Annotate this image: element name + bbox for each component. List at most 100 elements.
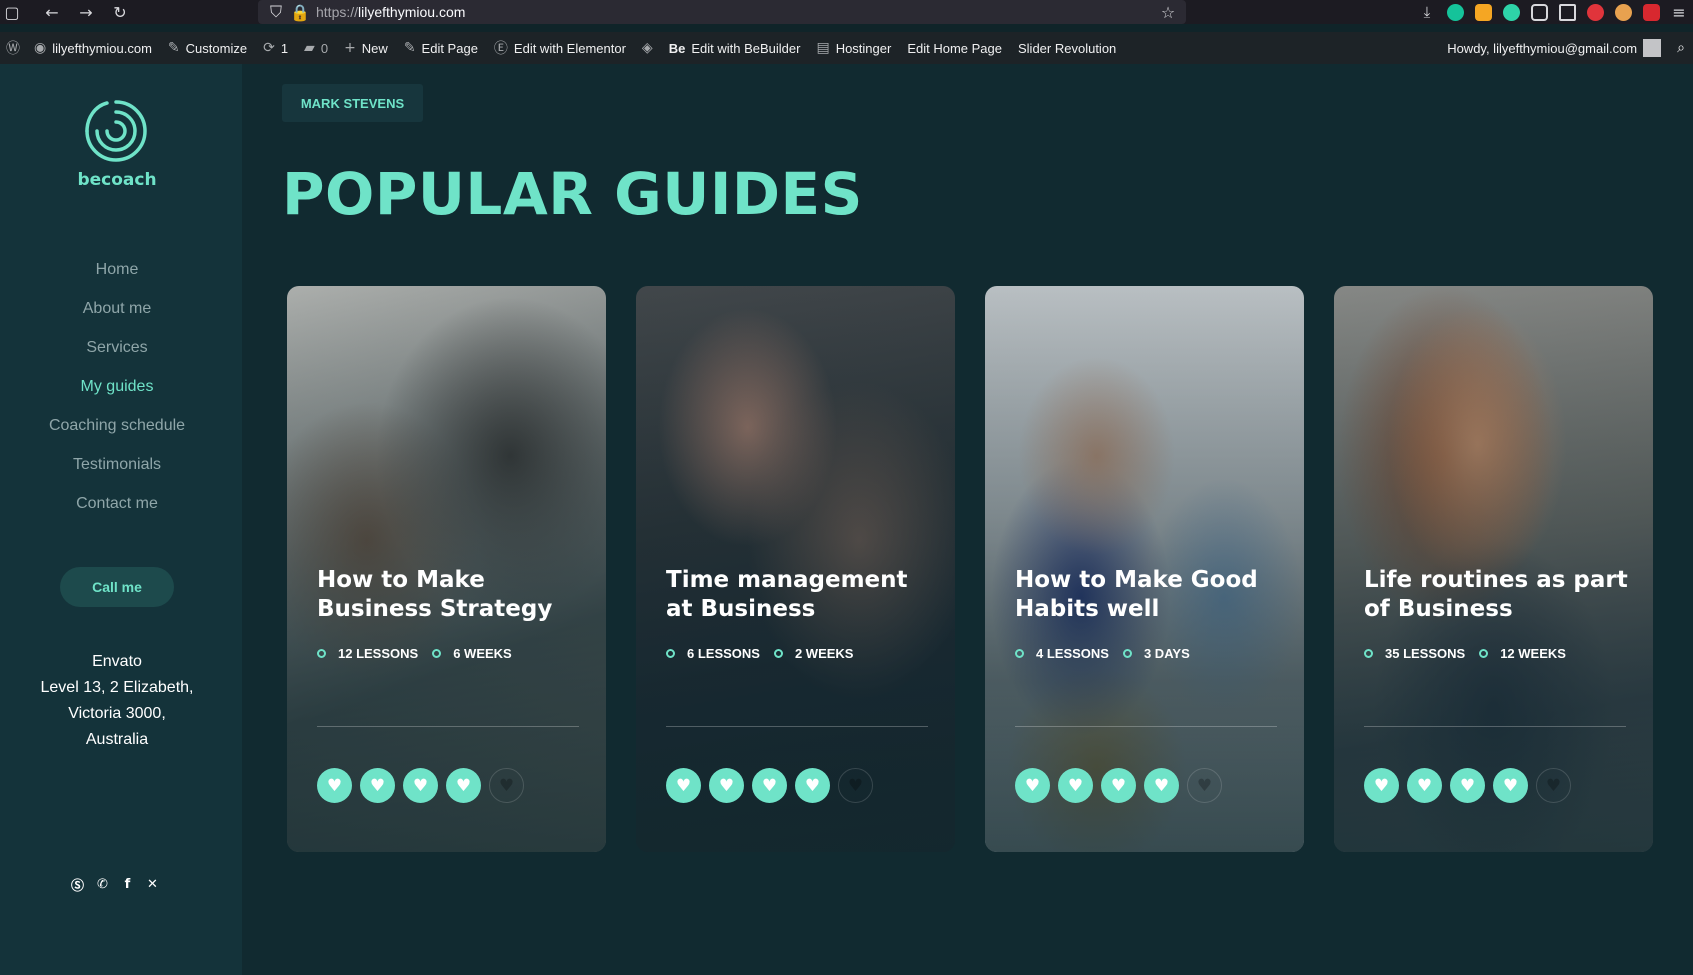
lessons-count: 12 LESSONS bbox=[317, 646, 418, 661]
updates-count: 1 bbox=[280, 40, 289, 56]
address-bar[interactable]: ⛉ 🔒 https://lilyefthymiou.com ☆ bbox=[258, 0, 1186, 24]
admin-edit-home-link[interactable]: Edit Home Page bbox=[899, 32, 1010, 64]
heart-empty-icon[interactable]: ♥ bbox=[1187, 768, 1222, 803]
shield-icon[interactable]: ⛉ bbox=[264, 0, 288, 24]
heart-icon[interactable]: ♥ bbox=[360, 768, 395, 803]
address-line: Australia bbox=[85, 731, 149, 748]
bookmark-star-icon[interactable]: ☆ bbox=[1156, 0, 1180, 24]
grammarly-icon[interactable] bbox=[1441, 0, 1469, 24]
rating-hearts: ♥ ♥ ♥ ♥ ♥ bbox=[317, 768, 524, 803]
admin-bebuilder-link[interactable]: Be Edit with BeBuilder bbox=[661, 32, 809, 64]
admin-comments-link[interactable]: ▰ 0 bbox=[296, 32, 336, 64]
heart-icon[interactable]: ♥ bbox=[1407, 768, 1442, 803]
heart-icon[interactable]: ♥ bbox=[666, 768, 701, 803]
skype-icon[interactable]: Ⓢ bbox=[70, 877, 85, 894]
author-tag[interactable]: MARK STEVENS bbox=[282, 84, 423, 122]
admin-edit-page-link[interactable]: ✎ Edit Page bbox=[396, 32, 486, 64]
heart-icon[interactable]: ♥ bbox=[795, 768, 830, 803]
x-icon[interactable]: ✕ bbox=[145, 877, 160, 892]
admin-new-link[interactable]: + New bbox=[336, 32, 396, 64]
card-divider bbox=[1015, 726, 1277, 727]
extension-cat-icon[interactable] bbox=[1609, 0, 1637, 24]
menu-item-contact[interactable]: Contact me bbox=[0, 494, 234, 533]
heart-icon[interactable]: ♥ bbox=[1364, 768, 1399, 803]
guide-title[interactable]: How to Make Good Habits well bbox=[1015, 566, 1285, 624]
duration-label: 3 DAYS bbox=[1143, 646, 1190, 661]
lessons-count: 4 LESSONS bbox=[1015, 646, 1109, 661]
admin-elementor-link[interactable]: Ⓔ Edit with Elementor bbox=[486, 32, 634, 64]
download-icon[interactable]: ⤓ bbox=[1413, 0, 1441, 24]
extension-s-icon[interactable] bbox=[1637, 0, 1665, 24]
howdy-label: Howdy, lilyefthymiou@gmail.com bbox=[1447, 40, 1638, 56]
heart-icon[interactable]: ♥ bbox=[1101, 768, 1136, 803]
duration: 12 WEEKS bbox=[1479, 646, 1566, 661]
heart-icon[interactable]: ♥ bbox=[1058, 768, 1093, 803]
whatsapp-icon[interactable]: ✆ bbox=[95, 877, 110, 892]
heart-icon[interactable]: ♥ bbox=[1493, 768, 1528, 803]
heart-empty-icon[interactable]: ♥ bbox=[838, 768, 873, 803]
heart-icon[interactable]: ♥ bbox=[1144, 768, 1179, 803]
heart-icon[interactable]: ♥ bbox=[709, 768, 744, 803]
guide-card[interactable]: Time management at Business 6 LESSONS 2 … bbox=[636, 286, 955, 852]
facebook-icon[interactable]: f bbox=[120, 877, 135, 892]
admin-slider-link[interactable]: Slider Revolution bbox=[1010, 32, 1124, 64]
plus-icon: + bbox=[344, 40, 356, 56]
heart-icon[interactable]: ♥ bbox=[446, 768, 481, 803]
edit-page-label: Edit Page bbox=[421, 40, 478, 56]
admin-customize-link[interactable]: ✎ Customize bbox=[160, 32, 255, 64]
admin-diamond-link[interactable]: ◈ bbox=[634, 32, 661, 64]
admin-updates-link[interactable]: ⟳ 1 bbox=[255, 32, 296, 64]
heart-empty-icon[interactable]: ♥ bbox=[1536, 768, 1571, 803]
lessons-label: 6 LESSONS bbox=[687, 646, 760, 661]
heart-icon[interactable]: ♥ bbox=[752, 768, 787, 803]
call-me-button[interactable]: Call me bbox=[60, 567, 174, 607]
extension-cloud-icon[interactable] bbox=[1497, 0, 1525, 24]
bullet-icon bbox=[666, 649, 675, 658]
extensions-puzzle-icon[interactable] bbox=[1553, 0, 1581, 24]
menu-icon[interactable]: ≡ bbox=[1665, 0, 1693, 24]
heart-icon[interactable]: ♥ bbox=[317, 768, 352, 803]
menu-item-testimonials[interactable]: Testimonials bbox=[0, 455, 234, 494]
guide-title[interactable]: How to Make Business Strategy bbox=[317, 566, 587, 624]
edit-bebuilder-label: Edit with BeBuilder bbox=[691, 40, 801, 56]
menu-item-about[interactable]: About me bbox=[0, 299, 234, 338]
page-title: POPULAR GUIDES bbox=[282, 160, 863, 228]
extension-fire-icon[interactable] bbox=[1469, 0, 1497, 24]
card-divider bbox=[666, 726, 928, 727]
guide-title[interactable]: Life routines as part of Business bbox=[1364, 566, 1634, 624]
menu-item-home[interactable]: Home bbox=[0, 260, 234, 299]
url-text[interactable]: https://lilyefthymiou.com bbox=[316, 4, 465, 20]
menu-item-coaching-schedule[interactable]: Coaching schedule bbox=[0, 416, 234, 455]
tab-overview-icon[interactable]: ▢ bbox=[0, 0, 24, 24]
menu-item-services[interactable]: Services bbox=[0, 338, 234, 377]
admin-hostinger-link[interactable]: ▤ Hostinger bbox=[808, 32, 899, 64]
brand-name[interactable]: becoach bbox=[0, 170, 234, 190]
address-line: Victoria 3000, bbox=[68, 705, 166, 722]
card-divider bbox=[317, 726, 579, 727]
heart-icon[interactable]: ♥ bbox=[403, 768, 438, 803]
wordpress-logo-icon[interactable]: Ⓦ bbox=[0, 32, 26, 64]
guide-card[interactable]: How to Make Good Habits well 4 LESSONS 3… bbox=[985, 286, 1304, 852]
back-icon[interactable]: ← bbox=[40, 0, 64, 24]
heart-icon[interactable]: ♥ bbox=[1015, 768, 1050, 803]
becoach-logo-icon[interactable] bbox=[81, 96, 151, 166]
heart-empty-icon[interactable]: ♥ bbox=[489, 768, 524, 803]
duration-label: 12 WEEKS bbox=[1500, 646, 1566, 661]
duration-label: 2 WEEKS bbox=[794, 646, 854, 661]
bullet-icon bbox=[1122, 649, 1132, 658]
admin-site-link[interactable]: ◉ lilyefthymiou.com bbox=[26, 32, 160, 64]
adblock-icon[interactable] bbox=[1581, 0, 1609, 24]
admin-search-icon[interactable]: ⌕ bbox=[1669, 32, 1693, 64]
duration: 2 WEEKS bbox=[773, 646, 854, 661]
guide-card[interactable]: Life routines as part of Business 35 LES… bbox=[1334, 286, 1653, 852]
forward-icon[interactable]: → bbox=[74, 0, 98, 24]
extension-search-icon[interactable] bbox=[1525, 0, 1553, 24]
dashboard-icon: ◉ bbox=[34, 40, 47, 56]
reload-icon[interactable]: ↻ bbox=[108, 0, 132, 24]
guide-card[interactable]: How to Make Business Strategy 12 LESSONS… bbox=[287, 286, 606, 852]
heart-icon[interactable]: ♥ bbox=[1450, 768, 1485, 803]
guide-title[interactable]: Time management at Business bbox=[666, 566, 936, 624]
menu-item-my-guides[interactable]: My guides bbox=[0, 377, 234, 416]
admin-account-link[interactable]: Howdy, lilyefthymiou@gmail.com bbox=[1439, 32, 1669, 64]
address-line: Level 13, 2 Elizabeth, bbox=[40, 679, 194, 696]
